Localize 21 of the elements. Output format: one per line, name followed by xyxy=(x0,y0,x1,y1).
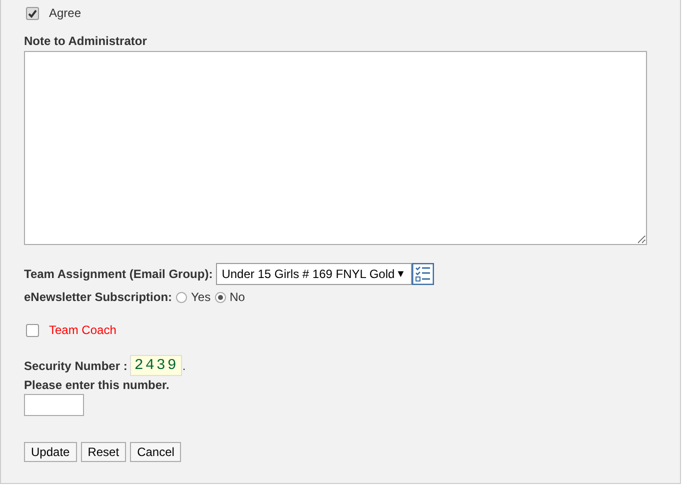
agree-label: Agree xyxy=(49,6,82,20)
security-period: . xyxy=(182,358,186,372)
team-assignment-label: Team Assignment (Email Group): xyxy=(24,267,213,281)
security-label: Security Number : xyxy=(24,358,128,372)
note-field[interactable] xyxy=(24,51,647,245)
checklist-icon[interactable] xyxy=(412,263,434,285)
newsletter-label: eNewsletter Subscription: xyxy=(24,290,172,304)
team-coach-label: Team Coach xyxy=(49,323,116,337)
radio-button[interactable] xyxy=(176,292,188,302)
security-code: 2439 xyxy=(130,355,182,376)
form-button[interactable]: Cancel xyxy=(130,442,182,462)
form-button[interactable]: Reset xyxy=(80,442,126,462)
radio-button[interactable] xyxy=(214,292,226,302)
radio-label: No xyxy=(230,290,245,304)
security-hint: Please enter this number. xyxy=(24,378,170,392)
form-button[interactable]: Update xyxy=(24,442,77,462)
security-input[interactable] xyxy=(24,394,84,416)
agree-checkbox[interactable] xyxy=(26,6,39,20)
radio-label: Yes xyxy=(191,290,211,304)
note-label: Note to Administrator xyxy=(24,34,148,48)
team-coach-checkbox[interactable] xyxy=(26,324,39,336)
